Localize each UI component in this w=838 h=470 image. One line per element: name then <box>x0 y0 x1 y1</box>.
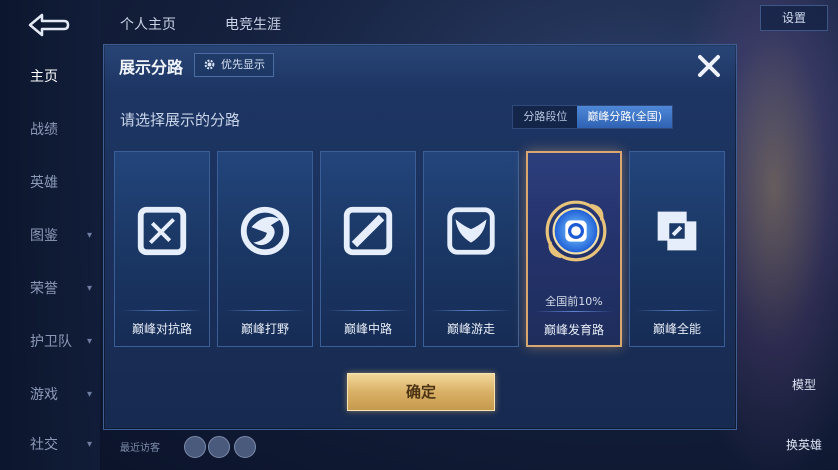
priority-display-button[interactable]: 优先显示 <box>194 53 274 77</box>
left-nav: 主页 战绩 英雄 图鉴 ▾ 荣誉 ▾ 护卫队 ▾ 游戏 ▾ 社交 ▾ <box>0 0 100 470</box>
card-divider <box>636 310 718 311</box>
all-round-icon <box>657 211 697 251</box>
chevron-down-icon: ▾ <box>86 439 92 450</box>
chevron-down-icon: ▾ <box>86 230 92 241</box>
lane-card-jungle[interactable]: 巅峰打野 <box>217 151 313 347</box>
recent-visitors-label: 最近访客 <box>120 443 160 454</box>
chevron-down-icon: ▾ <box>86 389 92 400</box>
card-divider <box>430 310 512 311</box>
card-label: 巅峰中路 <box>343 322 392 336</box>
mid-lane-icon <box>343 206 393 256</box>
nav-item-guard[interactable]: 护卫队 ▾ <box>0 327 100 357</box>
back-button[interactable] <box>24 10 72 40</box>
peak-rank-badge-icon <box>545 200 607 262</box>
close-icon <box>698 55 720 77</box>
priority-display-label: 优先显示 <box>221 58 265 71</box>
avatar[interactable] <box>208 436 230 458</box>
nav-item-social[interactable]: 社交 ▾ <box>0 430 100 460</box>
nav-item-hero[interactable]: 英雄 <box>0 168 100 198</box>
lane-card-mid[interactable]: 巅峰中路 <box>320 151 416 347</box>
card-divider <box>534 311 614 312</box>
card-label: 巅峰全能 <box>652 322 701 336</box>
segment-control: 分路段位 巅峰分路(全国) <box>512 105 673 129</box>
jungle-icon <box>240 206 290 256</box>
card-label: 巅峰对抗路 <box>131 322 192 336</box>
lane-card-adc[interactable]: 全国前10% 巅峰发育路 <box>526 151 622 347</box>
avatar[interactable] <box>234 436 256 458</box>
card-label: 巅峰打野 <box>240 322 289 336</box>
nav-item-atlas[interactable]: 图鉴 ▾ <box>0 221 100 251</box>
lane-display-dialog: 展示分路 优先显示 请选择展示的分路 分路段位 巅峰分路(全国) 巅峰对抗路 巅… <box>103 44 737 430</box>
settings-button[interactable]: 设置 <box>760 5 828 31</box>
nav-item-honor[interactable]: 荣誉 ▾ <box>0 274 100 304</box>
segment-peak-lane-national[interactable]: 巅峰分路(全国) <box>577 106 672 128</box>
tab-profile[interactable]: 个人主页 <box>120 14 176 34</box>
card-rank: 全国前10% <box>545 295 603 308</box>
roam-wings-icon <box>447 207 495 255</box>
tab-esports-career[interactable]: 电竞生涯 <box>225 14 281 34</box>
nav-item-game[interactable]: 游戏 ▾ <box>0 380 100 410</box>
nav-item-home[interactable]: 主页 <box>0 62 100 92</box>
card-divider <box>121 310 203 311</box>
confirm-button[interactable]: 确定 <box>347 373 495 411</box>
model-button[interactable]: 模型 <box>776 376 832 393</box>
avatar[interactable] <box>184 436 206 458</box>
card-divider <box>224 310 306 311</box>
lane-card-roam[interactable]: 巅峰游走 <box>423 151 519 347</box>
close-button[interactable] <box>694 51 724 81</box>
lane-card-top[interactable]: 巅峰对抗路 <box>114 151 210 347</box>
gear-icon <box>204 59 215 70</box>
card-label: 巅峰游走 <box>446 322 495 336</box>
back-arrow-icon <box>28 13 70 37</box>
card-divider <box>327 310 409 311</box>
chevron-down-icon: ▾ <box>86 336 92 347</box>
lane-card-all-round[interactable]: 巅峰全能 <box>629 151 725 347</box>
nav-item-record[interactable]: 战绩 <box>0 115 100 145</box>
swap-hero-button[interactable]: 换英雄 <box>776 436 832 453</box>
chevron-down-icon: ▾ <box>86 283 92 294</box>
segment-lane-rank[interactable]: 分路段位 <box>513 106 578 128</box>
dialog-subtitle: 请选择展示的分路 <box>120 111 241 129</box>
dialog-title: 展示分路 <box>119 58 184 77</box>
top-lane-icon <box>137 206 187 256</box>
card-label: 巅峰发育路 <box>543 323 604 337</box>
